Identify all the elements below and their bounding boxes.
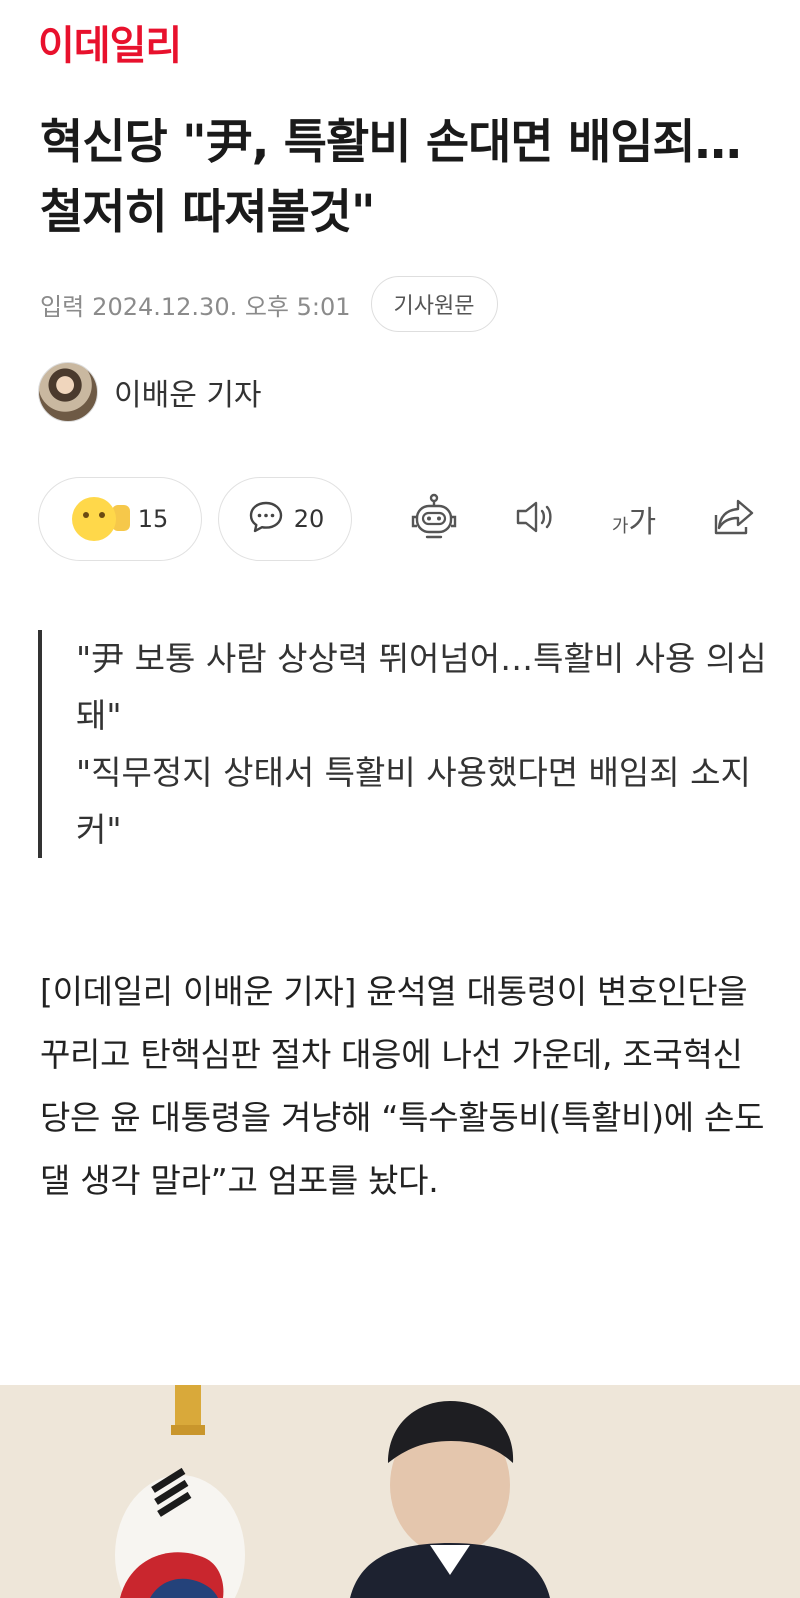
publish-date-value: 2024.12.30. 오후 5:01: [92, 292, 351, 321]
original-article-button[interactable]: 기사원문: [370, 276, 498, 332]
article-tools: 가가: [406, 491, 762, 547]
subheadline-line: "尹 보통 사람 상상력 뛰어넘어…특활비 사용 의심돼": [76, 639, 767, 735]
avatar: [38, 362, 98, 422]
share-button[interactable]: [706, 491, 762, 547]
comment-button[interactable]: 20: [218, 477, 352, 561]
article-title: 혁신당 "尹, 특활비 손대면 배임죄…철저히 따져볼것": [40, 115, 742, 240]
emoji-reaction-icon: [71, 497, 130, 541]
comment-count: 20: [293, 505, 325, 533]
publish-date: 입력 2024.12.30. 오후 5:01: [40, 287, 351, 322]
publish-date-label: 입력: [40, 292, 85, 321]
font-size-button[interactable]: 가가: [606, 491, 662, 547]
reporter-name: 이배운 기자: [114, 378, 262, 413]
robot-summary-icon: [408, 491, 460, 547]
brand-logo[interactable]: 이데일리: [38, 22, 182, 70]
photo-illustration: [0, 1385, 800, 1598]
article-photo[interactable]: [0, 1385, 800, 1598]
font-size-icon: 가가: [611, 505, 657, 540]
article-body-paragraph: [이데일리 이배운 기자] 윤석열 대통령이 변호인단을 꾸리고 탄핵심판 절차…: [40, 972, 765, 1200]
reaction-button[interactable]: 15: [38, 477, 202, 561]
reaction-count: 15: [137, 505, 169, 533]
comment-icon: [246, 497, 286, 541]
subheadline-line: "직무정지 상태서 특활비 사용했다면 배임죄 소지 커": [76, 753, 751, 849]
reporter-info[interactable]: 이배운 기자: [38, 362, 262, 422]
text-to-speech-button[interactable]: [506, 491, 562, 547]
summary-button[interactable]: [406, 491, 462, 547]
speaker-icon: [510, 493, 558, 545]
article-subheadline: "尹 보통 사람 상상력 뛰어넘어…특활비 사용 의심돼" "직무정지 상태서 …: [38, 630, 776, 858]
article-meta: 입력 2024.12.30. 오후 5:01 기사원문: [40, 276, 498, 332]
share-icon: [710, 493, 758, 545]
article-action-bar: 15 20 가가: [38, 476, 768, 562]
